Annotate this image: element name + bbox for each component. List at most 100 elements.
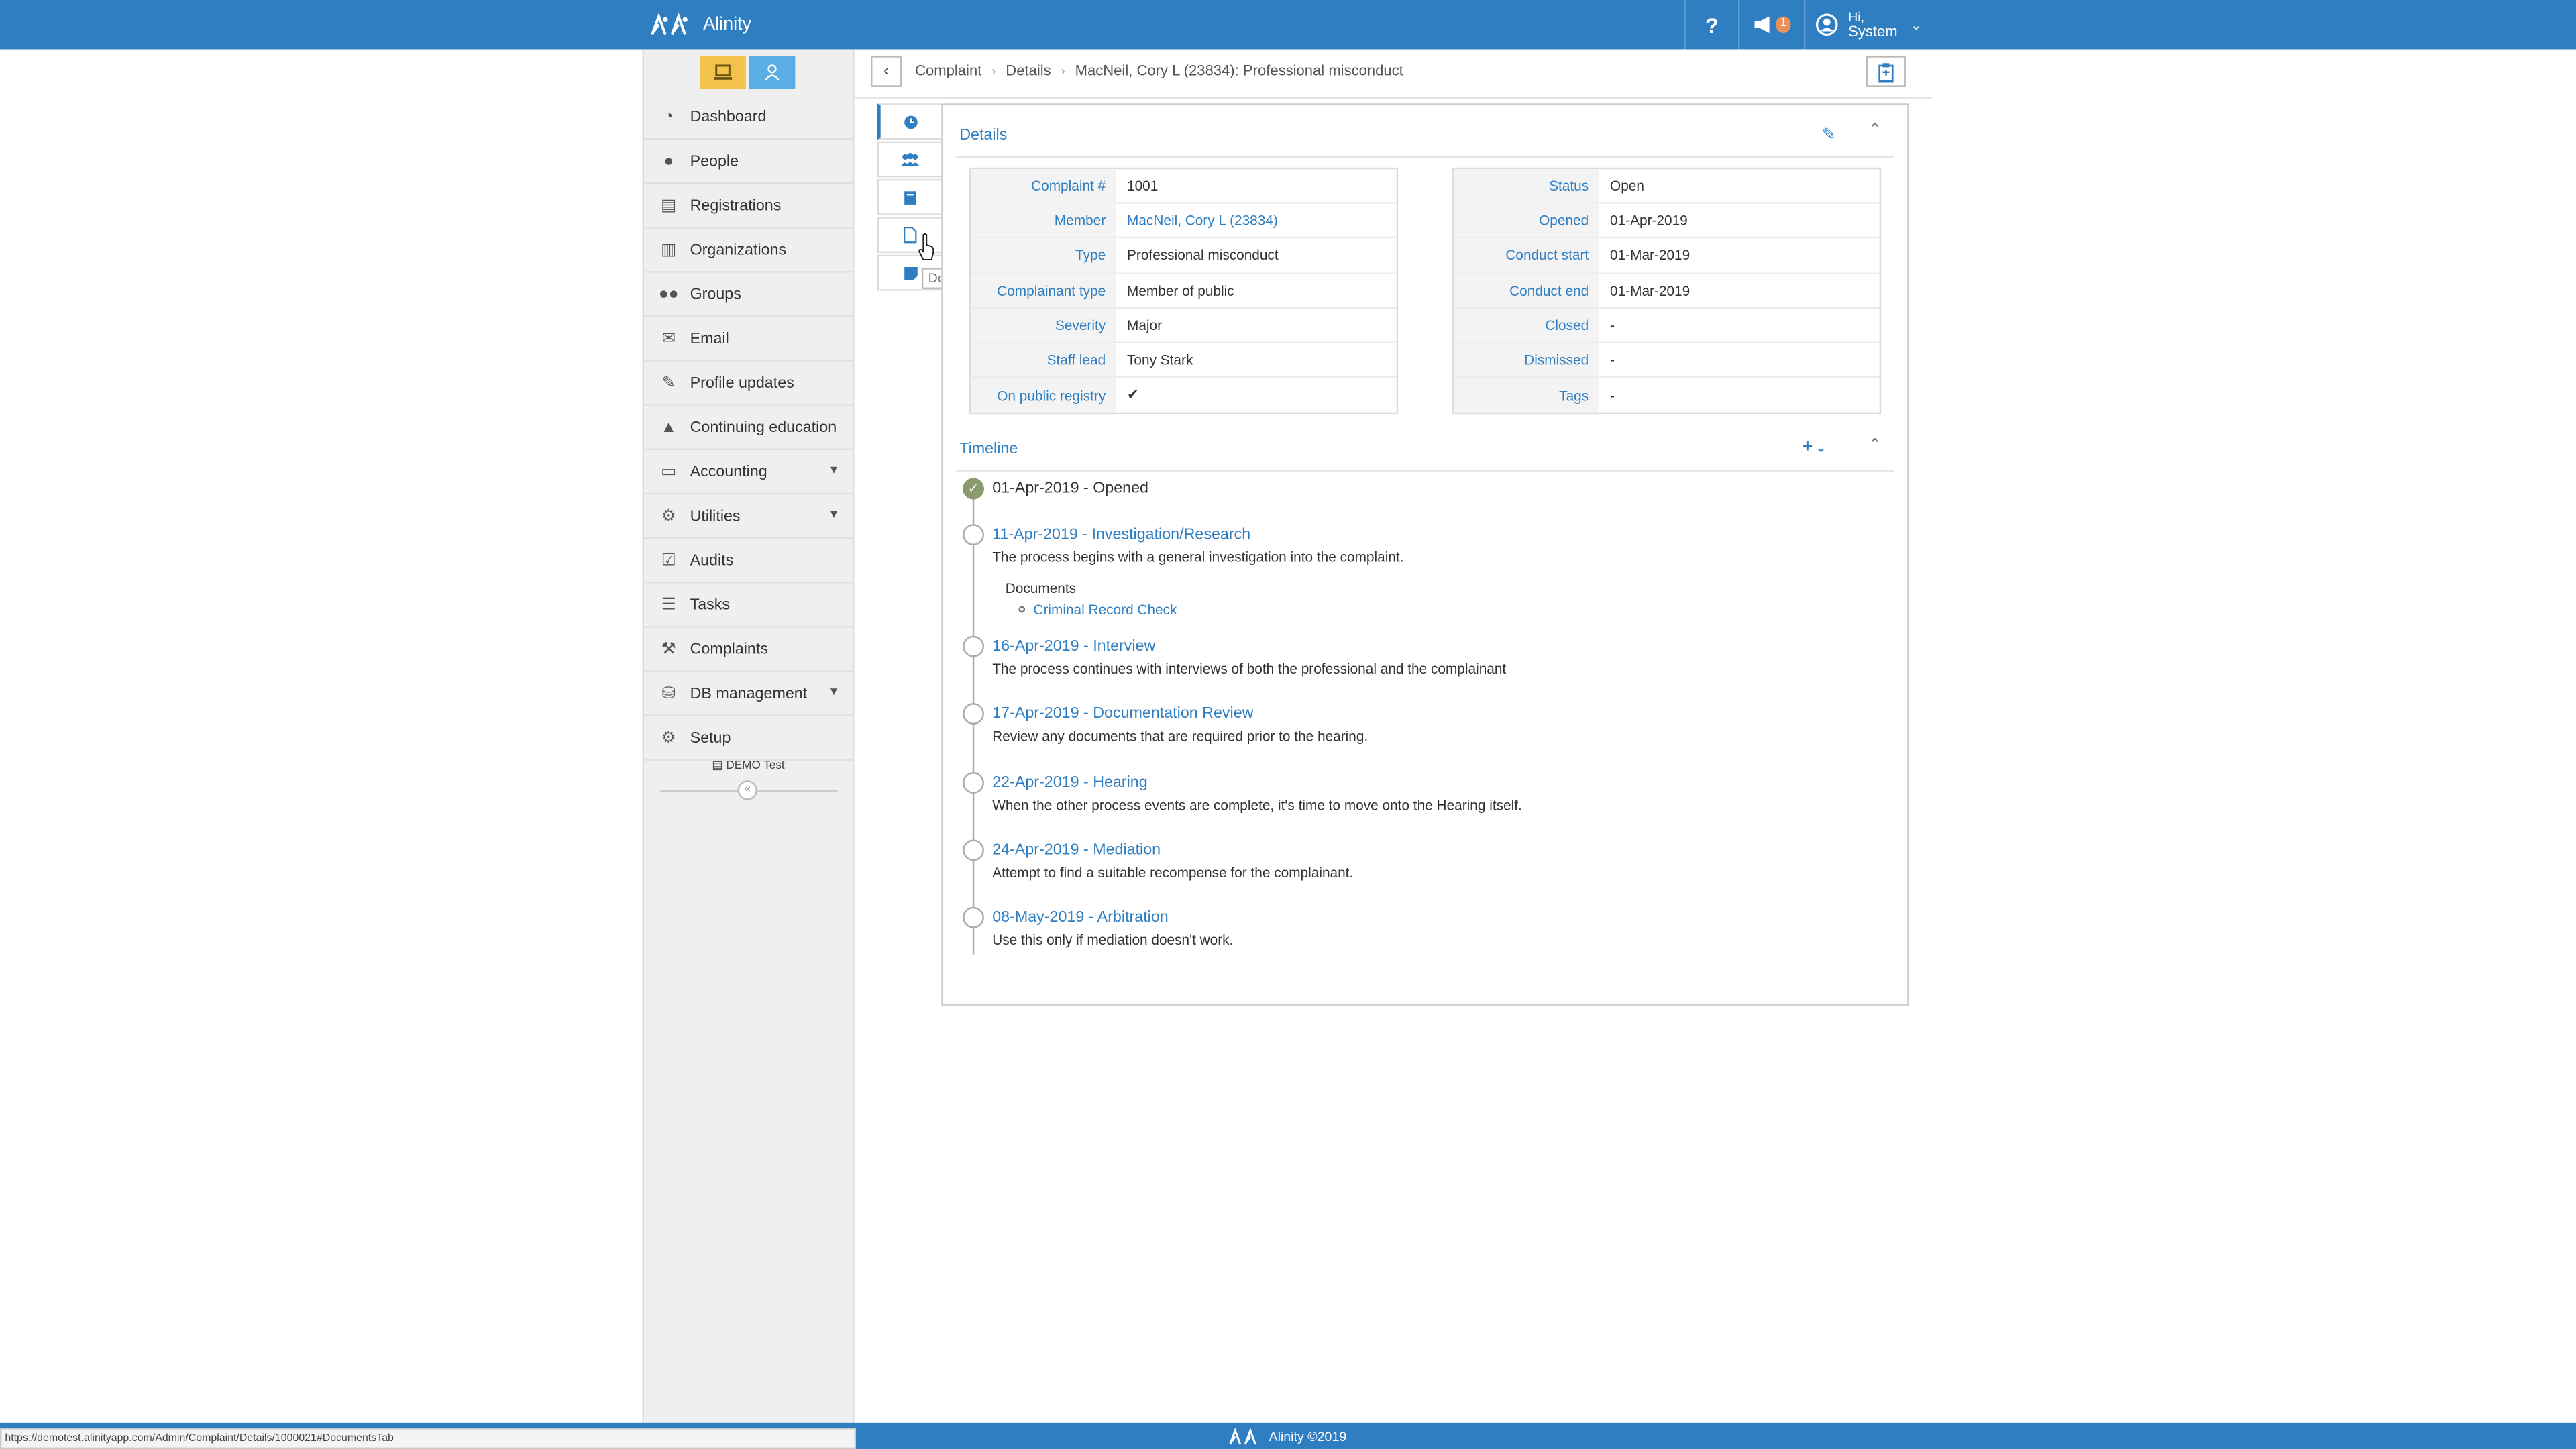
sidebar-item-dashboard[interactable]: ◔ Dashboard [644,95,853,140]
field-value: Member of public [1127,282,1234,299]
document-link[interactable]: Criminal Record Check [1033,601,1177,617]
edit-details-button[interactable]: ✎ [1822,127,1836,145]
collapse-sidebar-button[interactable]: « [737,780,757,800]
field-label: Member [971,204,1116,237]
field-label: On public registry [971,378,1116,413]
pencil-icon: ✎ [1821,126,1836,145]
sidebar-item-registrations[interactable]: ▤ Registrations [644,184,853,229]
field-value: 01-Mar-2019 [1610,247,1690,264]
field-value: Open [1610,177,1644,195]
add-event-button[interactable]: + ⌄ [1803,437,1826,456]
field-value: Professional misconduct [1127,247,1279,264]
field-value: 1001 [1127,177,1159,195]
timeline-event-title[interactable]: 08-May-2019 - Arbitration [992,908,1169,926]
environment-label: ▤ DEMO Test [712,760,785,773]
details-divider [956,156,1894,158]
app-logo[interactable]: Alinity [651,11,751,38]
field-value: - [1610,352,1615,368]
tab-timeline[interactable] [877,103,942,140]
timeline-title[interactable]: Timeline [959,440,1018,458]
envelope-icon: ✉ [661,329,676,347]
pending-circle-icon [963,635,984,657]
clipboard-button[interactable] [1866,56,1906,87]
sidebar-item-db-management[interactable]: ⛁ DB management ▼ [644,672,853,716]
pending-circle-icon [963,906,984,928]
help-button[interactable]: ? [1684,0,1738,50]
sidebar-item-label: Continuing education [690,418,837,437]
chevron-down-icon: ⌄ [1911,17,1922,32]
user-name: System [1848,23,1898,40]
sidebar-item-email[interactable]: ✉ Email [644,317,853,362]
collapse-details-button[interactable]: ⌃ [1868,121,1882,140]
timeline-event-description: When the other process events are comple… [992,796,1522,814]
money-icon: ▭ [661,462,677,481]
timeline-event-description: Attempt to find a suitable recompense fo… [992,864,1354,881]
sidebar-item-label: DB management [690,684,808,702]
user-menu[interactable]: Hi, System ⌄ [1804,0,1932,50]
timeline-event-description: Review any documents that are required p… [992,727,1368,745]
notifications-button[interactable]: 1 [1738,0,1804,50]
field-row: Dismissed - [1454,343,1880,378]
timeline-event-title[interactable]: 11-Apr-2019 - Investigation/Research [992,526,1250,544]
footer-text: Alinity ©2019 [1269,1428,1347,1444]
sidebar-item-tasks[interactable]: ☰ Tasks [644,583,853,628]
top-bar [0,0,2576,50]
breadcrumb: Complaint › Details › MacNeil, Cory L (2… [915,62,1403,78]
sidebar-item-label: People [690,152,739,170]
pending-circle-icon [963,703,984,725]
dashboard-icon: ◔ [663,107,674,126]
help-icon: ? [1705,12,1719,38]
timeline-event-title[interactable]: 17-Apr-2019 - Documentation Review [992,705,1253,723]
sidebar-item-organizations[interactable]: ▥ Organizations [644,228,853,273]
breadcrumb-separator: › [991,63,996,78]
field-value: Major [1127,317,1163,333]
sidebar-item-audits[interactable]: ☑ Audits [644,539,853,584]
timeline-event-title[interactable]: 16-Apr-2019 - Interview [992,637,1155,655]
user-icon [765,64,780,81]
collapse-timeline-button[interactable]: ⌃ [1868,437,1882,455]
tab-people[interactable] [877,141,942,178]
sidebar-item-accounting[interactable]: ▭ Accounting ▼ [644,450,853,495]
laptop-icon [714,64,733,80]
breadcrumb-current: MacNeil, Cory L (23834): Professional mi… [1075,62,1403,79]
breadcrumb-details[interactable]: Details [1006,62,1051,78]
field-row: Severity Major [971,308,1397,343]
sidebar-item-continuing-education[interactable]: ▲ Continuing education [644,406,853,451]
sidebar-item-label: Groups [690,284,741,303]
breadcrumb-complaint[interactable]: Complaint [915,62,981,78]
field-value: - [1610,317,1615,333]
clock-icon [904,115,918,129]
user-mode-button[interactable] [749,56,796,89]
back-button[interactable]: ‹ [870,56,902,87]
edit-icon: ✎ [661,374,676,392]
field-row: Opened 01-Apr-2019 [1454,204,1880,239]
tab-notes[interactable] [877,178,942,215]
chevron-up-icon: ⌃ [1868,437,1882,455]
sidebar-item-label: Audits [690,551,734,570]
sidebar-item-label: Dashboard [690,107,767,126]
sidebar-item-label: Organizations [690,240,787,259]
member-link[interactable]: MacNeil, Cory L (23834) [1116,213,1278,229]
sidebar-item-label: Accounting [690,462,767,481]
desktop-mode-button[interactable] [700,56,746,89]
sidebar-item-groups[interactable]: ●● Groups [644,273,853,317]
sidebar-item-people[interactable]: ● People [644,140,853,184]
sidebar-item-utilities[interactable]: ⚙ Utilities ▼ [644,494,853,539]
gears-icon: ⚙ [661,506,676,525]
sidebar-item-label: Setup [690,729,731,747]
document-list-item: Criminal Record Check [1018,601,1177,618]
timeline-event-title[interactable]: 22-Apr-2019 - Hearing [992,773,1148,792]
sidebar-item-label: Profile updates [690,374,794,392]
status-bar-url: https://demotest.alinityapp.com/Admin/Co… [0,1428,856,1449]
details-title[interactable]: Details [959,127,1007,145]
sidebar-item-label: Complaints [690,639,768,658]
sidebar-item-profile-updates[interactable]: ✎ Profile updates [644,362,853,406]
sidebar-item-setup[interactable]: ⚙ Setup [644,716,853,761]
field-label: Type [971,239,1116,272]
users-icon: ●● [658,284,679,303]
sidebar-item-complaints[interactable]: ⚒ Complaints [644,628,853,672]
timeline-event-title[interactable]: 24-Apr-2019 - Mediation [992,841,1161,859]
sidebar-item-label: Email [690,329,729,347]
field-label: Complaint # [971,169,1116,203]
timeline-track [972,498,975,955]
